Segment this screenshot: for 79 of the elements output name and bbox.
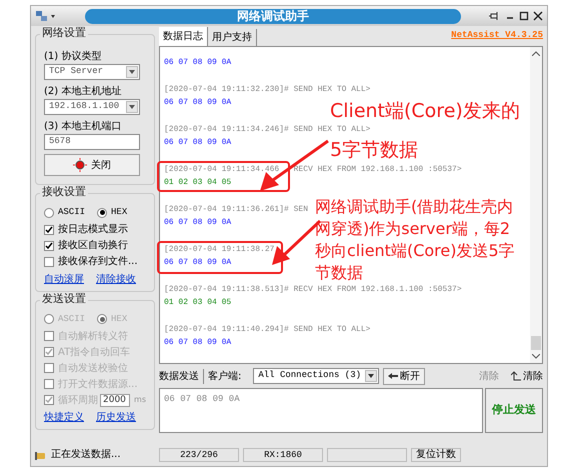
radio-label: ASCII xyxy=(58,312,86,326)
checkbox-label: AT指令自动回车 xyxy=(58,346,130,360)
client-label: 客户端: xyxy=(208,370,242,384)
link[interactable]: 自动滚屏 xyxy=(44,272,84,286)
scroll-thumb[interactable] xyxy=(531,336,541,350)
annotation-text: 5字节数据 xyxy=(330,139,418,161)
field-label: (3) 本地主机端口 xyxy=(44,120,122,134)
annotation-text: 秒向client端(Core)发送5字 xyxy=(315,240,515,262)
checkbox[interactable] xyxy=(44,256,54,266)
maximize-icon[interactable] xyxy=(519,11,529,21)
send-tab[interactable]: 数据发送 xyxy=(159,368,204,384)
radio-button[interactable] xyxy=(44,208,54,218)
log-timestamp: [2020-07-04 19:11:36.261]# xyxy=(164,205,289,214)
annotation-text: Client端(Core)发来的 xyxy=(330,100,520,122)
checkbox[interactable] xyxy=(44,224,54,234)
window-title: 网络调试助手 xyxy=(237,8,309,25)
status-field: RX:1860 xyxy=(243,448,323,462)
log-timestamp: [2020-07-04 19:11:40.294]# xyxy=(164,325,289,334)
log-header: SEND HEX TO ALL> xyxy=(294,84,370,96)
network-icon[interactable] xyxy=(35,10,57,22)
indicator-lamp-icon xyxy=(73,158,87,172)
close-icon[interactable] xyxy=(533,11,543,21)
log-timestamp: [2020-07-04 19:11:34.246]# xyxy=(164,125,289,134)
field-label: (1) 协议类型 xyxy=(44,50,102,64)
log-header: SEND HEX TO ALL> xyxy=(294,324,370,336)
log-data: 01 02 03 04 05 xyxy=(164,297,232,309)
protocol-select[interactable]: TCP Server xyxy=(44,64,140,80)
checkbox-label: 自动解析转义符 xyxy=(58,330,128,344)
stop-send-button[interactable]: 停止发送 xyxy=(485,388,543,433)
annotation-text: 网络调试助手(借助花生壳内 xyxy=(315,196,514,218)
group-title: 发送设置 xyxy=(40,292,88,304)
sending-status: 正在发送数据... xyxy=(51,448,121,462)
disconnect-button[interactable]: 断开 xyxy=(383,368,425,384)
scrollbar[interactable] xyxy=(530,47,542,363)
status-field: 223/296 xyxy=(159,448,239,462)
log-header: SEND HEX TO ALL> xyxy=(294,124,370,136)
log-data: 01 02 03 04 05 xyxy=(164,177,232,189)
log-header: RECV HEX FROM 192.168.1.100 :50537> xyxy=(294,164,462,176)
checkbox-label: 按日志模式显示 xyxy=(58,222,128,237)
log-timestamp: [2020-07-04 19:11:38.27 xyxy=(164,245,274,254)
log-data: 06 07 08 09 0A xyxy=(164,217,232,229)
group-title: 接收设置 xyxy=(40,186,88,197)
host-select[interactable]: 192.168.1.100 xyxy=(44,99,140,115)
log-data: 06 07 08 09 0A xyxy=(164,97,232,109)
log-data: 06 07 08 09 0A xyxy=(164,257,232,269)
log-header: SEN xyxy=(294,204,308,216)
log-timestamp: [2020-07-04 19:11:32.230]# xyxy=(164,85,289,94)
checkbox-label: 接收区自动换行 xyxy=(58,238,128,253)
checkbox-label: 自动发送校验位 xyxy=(58,362,128,376)
field-label: (2) 本地主机地址 xyxy=(44,84,122,99)
close-connection-button[interactable]: 关闭 xyxy=(44,154,140,176)
clear-button[interactable]: 清除 xyxy=(511,368,543,384)
link[interactable]: 清除接收 xyxy=(96,272,136,286)
annotation-text: 节数据 xyxy=(315,262,363,284)
log-timestamp: [2020-07-04 19:11:34.466 xyxy=(164,165,280,174)
scroll-up-icon[interactable] xyxy=(532,51,540,56)
left-arrow-icon xyxy=(388,373,398,379)
radio-label: ASCII xyxy=(58,206,86,219)
group-title: 网络设置 xyxy=(40,27,88,38)
checkbox-label: 循环周期 xyxy=(58,394,98,408)
port-field[interactable]: 5678 xyxy=(44,134,140,150)
unit-label: ms xyxy=(134,394,146,406)
log-timestamp: [2020-07-04 19:11:38.513]# xyxy=(164,285,289,294)
client-select[interactable]: All Connections (3) xyxy=(253,368,379,384)
log-data: 06 07 08 09 0A xyxy=(164,337,232,349)
reset-count-button[interactable]: 复位计数 xyxy=(411,448,461,462)
scroll-down-icon[interactable] xyxy=(532,354,540,359)
return-arrow-icon xyxy=(511,371,521,381)
radio-label: HEX xyxy=(111,312,128,326)
log-data: 06 07 08 09 0A xyxy=(164,137,232,149)
send-text-field[interactable]: 06 07 08 09 0A xyxy=(159,388,483,433)
radio-button[interactable] xyxy=(97,208,108,218)
checkbox-label: 接收保存到文件... xyxy=(58,254,138,269)
tab[interactable]: 数据日志 xyxy=(159,27,208,46)
log-header: RECV HEX FROM 192.168.1.100 :50537> xyxy=(294,284,462,296)
checkbox-label: 打开文件数据源... xyxy=(58,378,138,392)
log-data: 06 07 08 09 0A xyxy=(164,57,232,69)
checkbox[interactable] xyxy=(44,240,54,250)
radio-label: HEX xyxy=(111,206,128,219)
